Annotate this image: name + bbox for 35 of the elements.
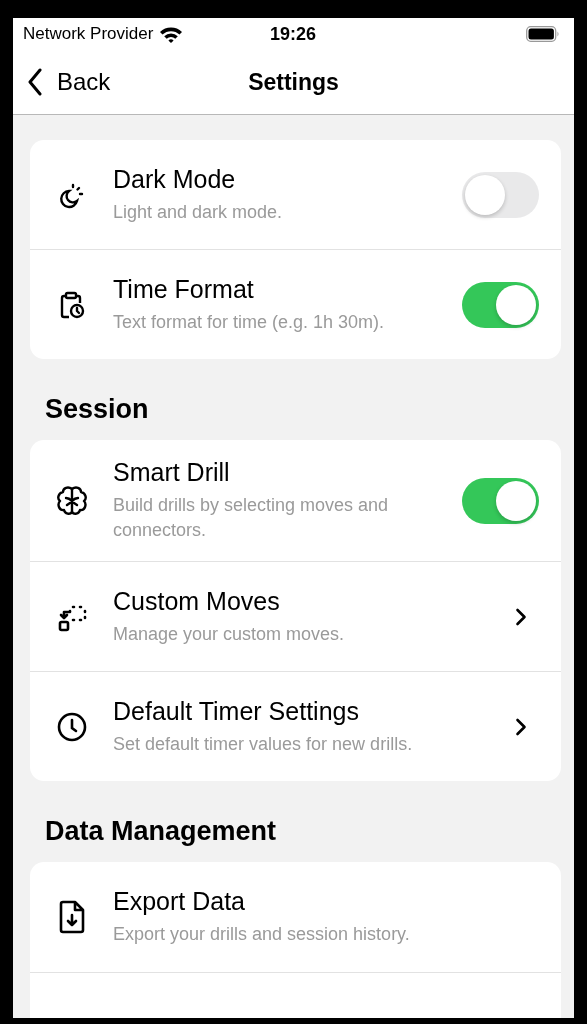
- settings-row[interactable]: Time Format Text format for time (e.g. 1h 30m).: [30, 249, 561, 359]
- row-title: Smart Drill: [113, 458, 231, 487]
- row-subtitle: Manage your custom moves.: [113, 622, 346, 646]
- settings-row[interactable]: Default Timer Settings Set default timer values for new drills.: [30, 671, 561, 781]
- row-subtitle: Text format for time (e.g. 1h 30m).: [113, 310, 386, 334]
- status-time: 19:26: [270, 23, 317, 45]
- chevron-icon: [515, 717, 527, 736]
- carrier-name: Network Provider: [23, 24, 154, 44]
- toggle-switch[interactable]: [462, 477, 539, 524]
- row-subtitle: Set default timer values for new drills.: [113, 732, 414, 756]
- brain-icon: [54, 484, 89, 517]
- settings-row[interactable]: Dark Mode Light and dark mode.: [30, 140, 561, 249]
- chevron-icon: [515, 607, 527, 626]
- section-header: Data Management: [44, 815, 277, 848]
- wifi-icon: [159, 25, 184, 43]
- row-title: Time Format: [113, 274, 255, 304]
- row-title: Custom Moves: [113, 586, 281, 616]
- row-subtitle: Build drills by selecting moves and connectors.: [113, 494, 390, 542]
- row-subtitle: Export your drills and session history.: [113, 923, 411, 946]
- row-subtitle: Light and dark mode.: [113, 200, 284, 224]
- row-title: Export Data: [113, 887, 246, 916]
- toggle-switch[interactable]: [462, 171, 539, 218]
- section-header: Session: [44, 393, 149, 426]
- row-title: Default Timer Settings: [113, 696, 360, 726]
- row-title: Dark Mode: [113, 164, 237, 194]
- file-download-icon: [57, 900, 86, 934]
- clock-icon: [55, 710, 88, 743]
- toggle-switch[interactable]: [462, 281, 539, 328]
- nav-title: Settings: [248, 68, 339, 96]
- settings-row[interactable]: Smart Drill Build drills by selecting moves and connectors.: [30, 440, 561, 561]
- settings-row[interactable]: Export Data Export your drills and session history.: [30, 862, 561, 972]
- settings-row[interactable]: Custom Moves Manage your custom moves.: [30, 561, 561, 671]
- battery-icon: [526, 26, 560, 42]
- back-chevron-icon: [27, 68, 43, 96]
- back-button[interactable]: Back: [13, 68, 111, 96]
